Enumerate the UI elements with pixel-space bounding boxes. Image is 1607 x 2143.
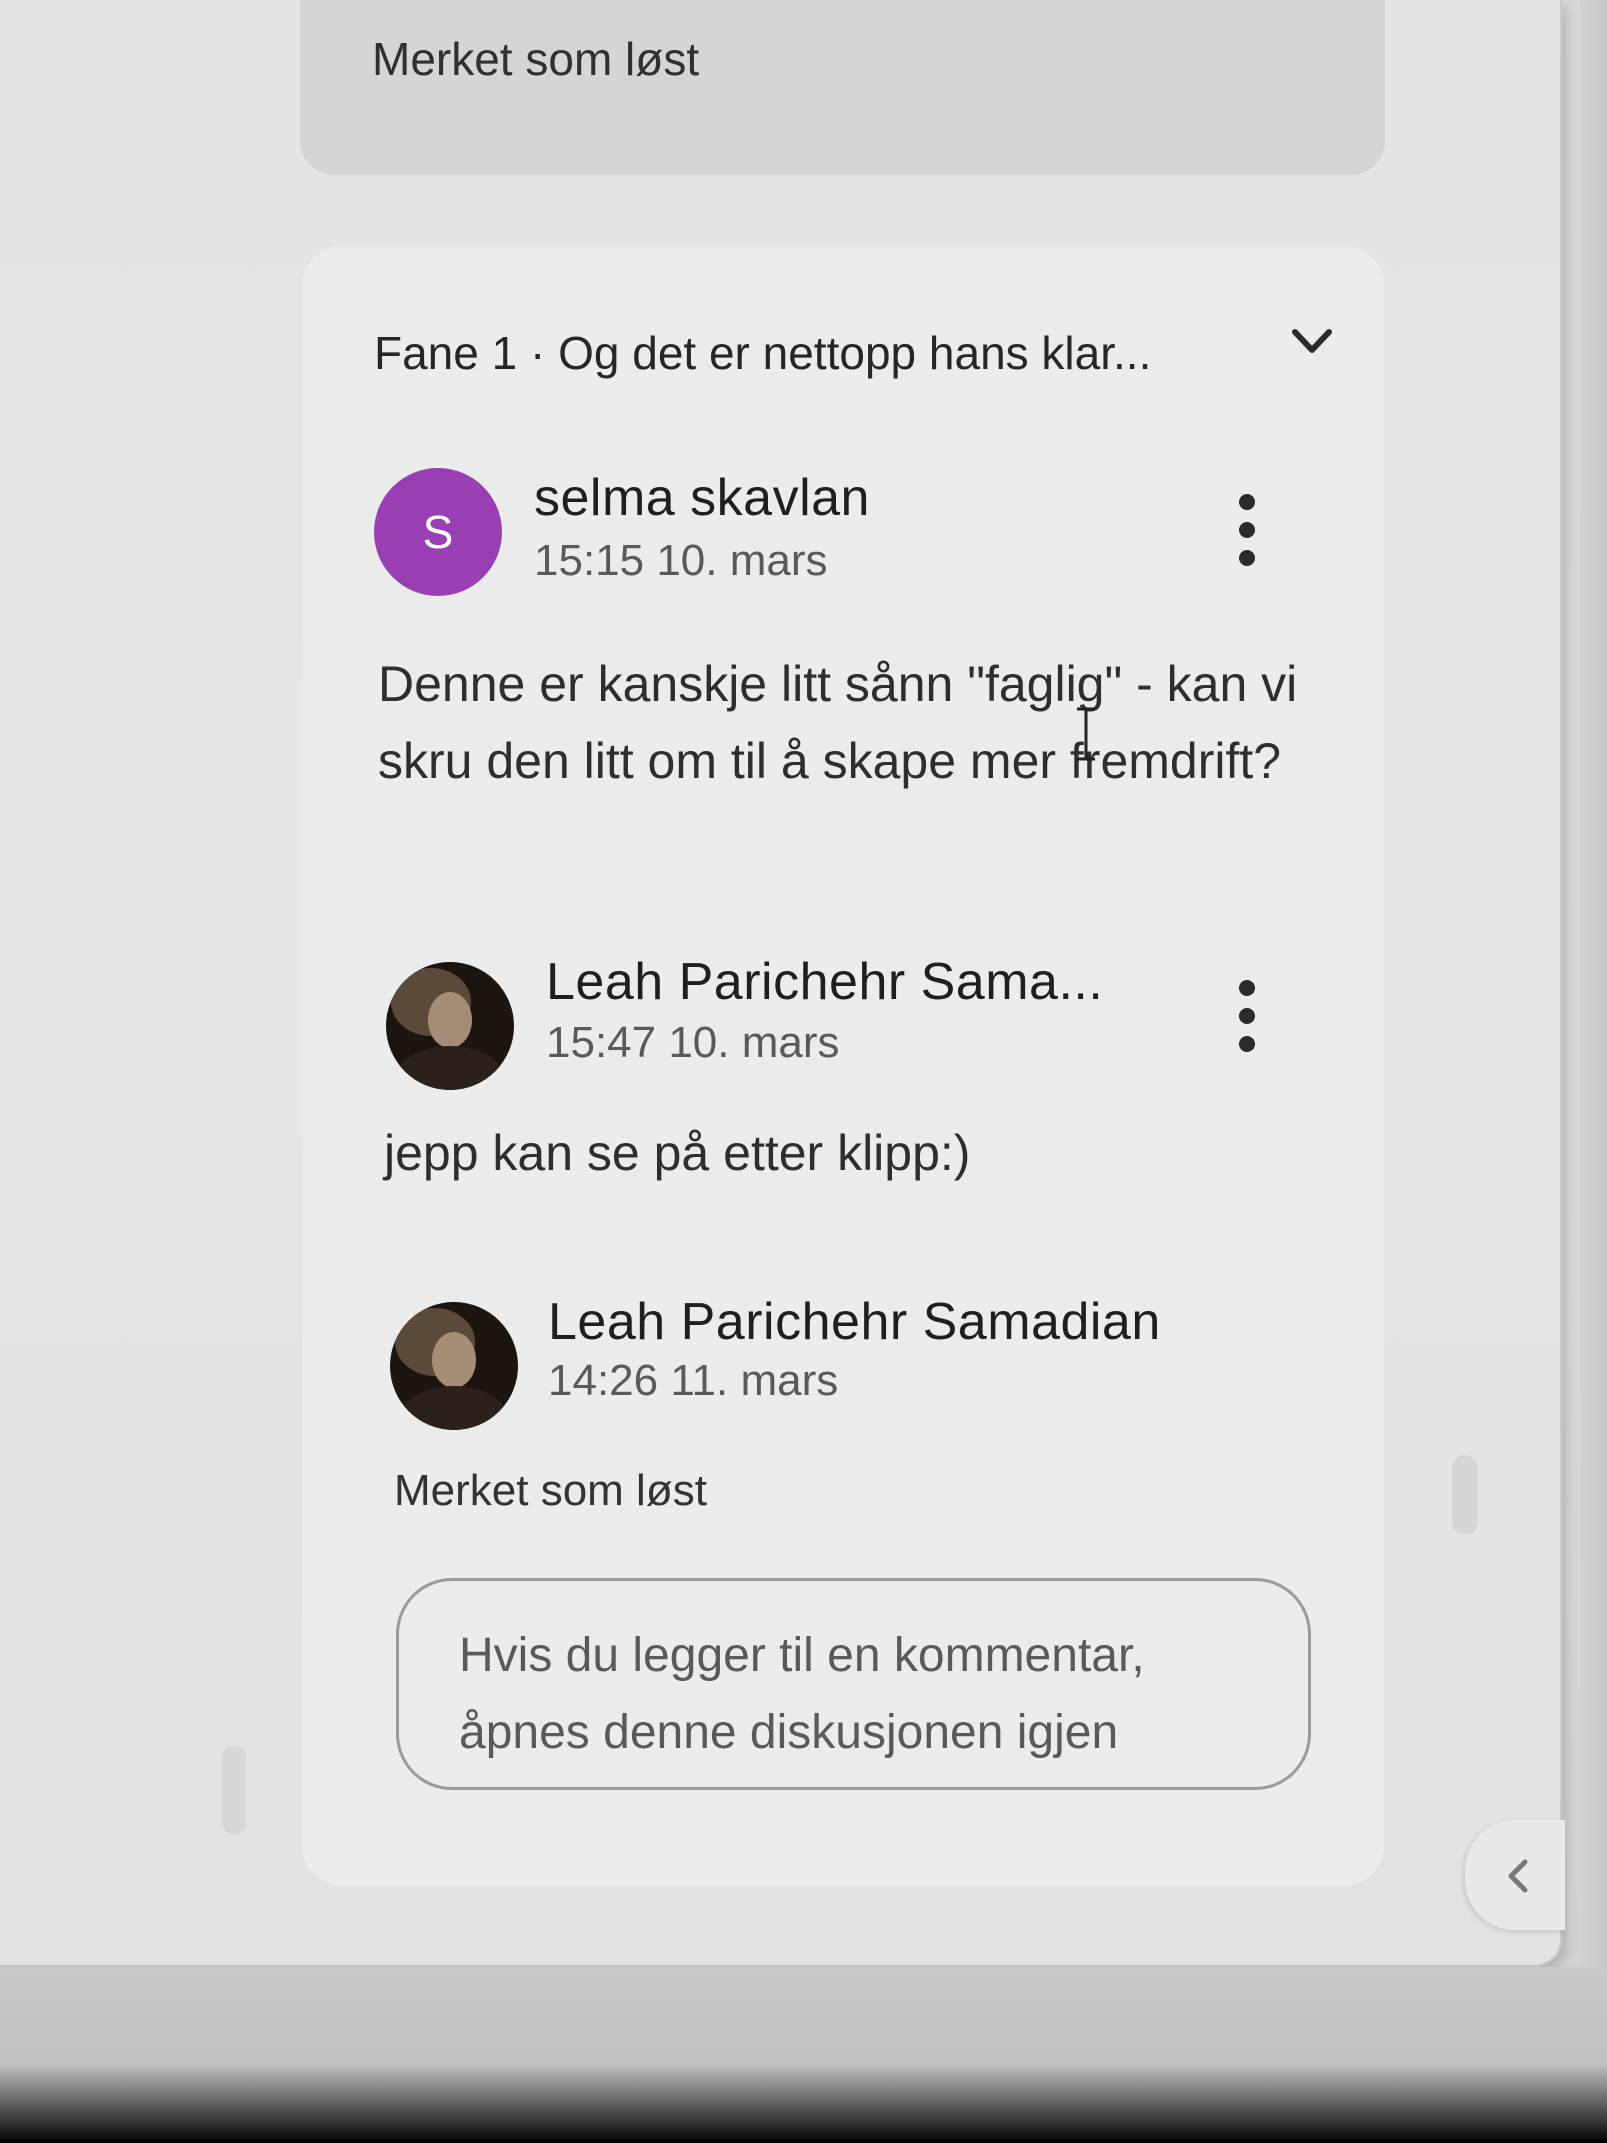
comment-timestamp: 15:47 10. mars (546, 1018, 840, 1067)
collapse-panel-button[interactable] (1465, 1820, 1565, 1930)
chevron-down-icon[interactable] (1287, 322, 1337, 362)
comment-thread-card[interactable]: Fane 1 · Og det er nettopp hans klar... … (302, 246, 1384, 1886)
more-vert-icon[interactable] (1227, 490, 1267, 570)
avatar-initial: S (422, 506, 454, 558)
avatar[interactable] (390, 1302, 518, 1430)
thread-context-header: Fane 1 · Og det er nettopp hans klar... (374, 327, 1152, 379)
monitor-bezel (0, 1967, 1607, 2143)
comment-body: jepp kan se på etter klipp:) (384, 1125, 971, 1181)
more-vert-icon[interactable] (1227, 976, 1267, 1056)
scrollbar-thumb[interactable] (1452, 1455, 1478, 1535)
chevron-left-icon (1508, 1859, 1528, 1893)
comments-panel: Merket som løst Fane 1 · Og det er netto… (0, 0, 1565, 1967)
comment-author: Leah Parichehr Sama... (546, 953, 1104, 1011)
avatar[interactable]: S (374, 468, 502, 596)
screen-edge (1580, 0, 1607, 1967)
text-cursor-icon (1077, 707, 1095, 761)
comment-timestamp: 14:26 11. mars (548, 1356, 839, 1405)
previous-thread-card[interactable]: Merket som løst (300, 0, 1385, 175)
comment-timestamp: 15:15 10. mars (534, 536, 828, 585)
resolved-status: Merket som løst (394, 1466, 707, 1515)
panel-edge-handle (222, 1745, 246, 1835)
avatar[interactable] (386, 962, 514, 1090)
comment-body: Denne er kanskje litt sånn "faglig" - ka… (378, 656, 1298, 789)
reply-input[interactable]: Hvis du legger til en kommentar, åpnes d… (396, 1578, 1311, 1790)
resolved-status: Merket som løst (372, 33, 700, 85)
comment-author: Leah Parichehr Samadian (548, 1293, 1161, 1351)
comment-author: selma skavlan (534, 469, 870, 527)
